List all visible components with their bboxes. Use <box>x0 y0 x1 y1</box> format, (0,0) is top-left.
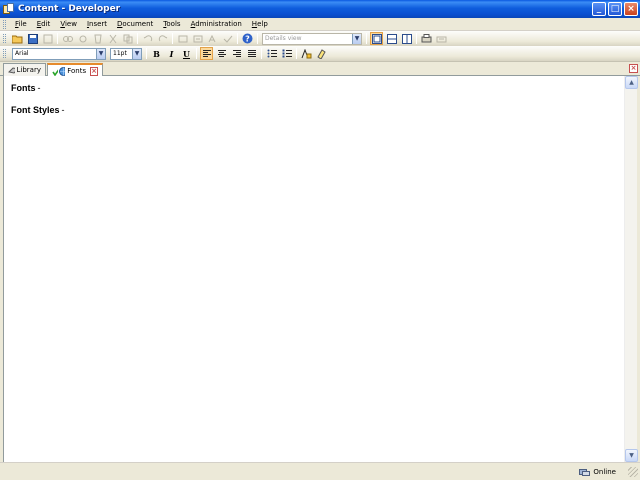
menu-tools[interactable]: Tools <box>158 20 185 28</box>
toolbar-separator <box>257 33 258 44</box>
menu-insert[interactable]: Insert <box>82 20 112 28</box>
redo-icon[interactable] <box>156 32 169 45</box>
toolbar-separator <box>261 48 262 59</box>
layout-vertical-split-icon[interactable] <box>400 32 413 45</box>
copy-icon[interactable] <box>121 32 134 45</box>
title-bar[interactable]: Content - Developer _ □ × <box>0 0 640 18</box>
font-styles-heading: Font Styles - <box>11 105 65 115</box>
help-icon[interactable]: ? <box>241 32 254 45</box>
chevron-down-icon[interactable]: ▼ <box>96 48 105 59</box>
toolbar-separator <box>57 33 58 44</box>
spellcheck-icon[interactable] <box>206 32 219 45</box>
menu-bar: File Edit View Insert Document Tools Adm… <box>0 18 640 31</box>
view-mode-select[interactable]: Details view ▼ <box>262 32 362 45</box>
align-left-icon[interactable] <box>200 47 213 60</box>
menu-grip-handle[interactable] <box>3 19 6 29</box>
scroll-down-icon[interactable]: ▼ <box>625 449 638 462</box>
properties-icon[interactable] <box>41 32 54 45</box>
layout-horizontal-split-icon[interactable] <box>385 32 398 45</box>
menu-file[interactable]: File <box>10 20 32 28</box>
vertical-scrollbar[interactable]: ▲ ▼ <box>624 76 638 462</box>
save-icon[interactable] <box>26 32 39 45</box>
chevron-down-icon[interactable]: ▼ <box>352 33 361 44</box>
bulleted-list-icon[interactable] <box>265 47 278 60</box>
toolbar-grip-handle[interactable] <box>3 49 6 58</box>
approve-icon[interactable] <box>221 32 234 45</box>
check-in-icon[interactable] <box>176 32 189 45</box>
close-panel-icon[interactable]: × <box>629 64 638 73</box>
link-icon[interactable] <box>61 32 74 45</box>
numbered-list-icon[interactable] <box>280 47 293 60</box>
open-folder-icon[interactable] <box>11 32 24 45</box>
highlight-icon[interactable] <box>315 47 328 60</box>
toolbar-separator <box>196 48 197 59</box>
menu-edit[interactable]: Edit <box>32 20 56 28</box>
tab-library[interactable]: Library <box>3 63 46 76</box>
window-title: Content - Developer <box>18 4 121 14</box>
tab-fonts[interactable]: Fonts × <box>47 63 103 77</box>
cut-icon[interactable] <box>106 32 119 45</box>
justify-icon[interactable] <box>245 47 258 60</box>
menu-view[interactable]: View <box>55 20 82 28</box>
close-button[interactable]: × <box>624 2 638 16</box>
standard-toolbar: ? Details view ▼ <box>0 31 640 47</box>
toolbar-separator <box>237 33 238 44</box>
delete-icon[interactable] <box>91 32 104 45</box>
chevron-down-icon[interactable]: ▼ <box>132 48 141 59</box>
fonts-heading: Fonts - <box>11 83 41 93</box>
unlink-icon[interactable] <box>76 32 89 45</box>
formatting-toolbar: Arial ▼ 11pt ▼ B I U <box>0 46 640 62</box>
close-tab-icon[interactable]: × <box>90 66 98 76</box>
menu-help[interactable]: Help <box>247 20 273 28</box>
undo-icon[interactable] <box>141 32 154 45</box>
svg-text:?: ? <box>245 35 250 44</box>
document-tabs: Library Fonts × <box>0 62 640 77</box>
align-center-icon[interactable] <box>215 47 228 60</box>
bold-button[interactable]: B <box>150 47 163 60</box>
minimize-button[interactable]: _ <box>592 2 606 16</box>
toolbar-separator <box>366 33 367 44</box>
text-color-icon[interactable] <box>300 47 313 60</box>
toolbar-separator <box>146 48 147 59</box>
document-editor[interactable]: Fonts - Font Styles - <box>3 76 624 462</box>
font-name-select[interactable]: Arial ▼ <box>12 47 106 60</box>
toolbar-separator <box>137 33 138 44</box>
resize-grip-handle[interactable] <box>628 466 638 477</box>
menu-document[interactable]: Document <box>112 20 158 28</box>
network-icon <box>579 468 591 476</box>
font-size-select[interactable]: 11pt ▼ <box>110 47 142 60</box>
app-icon <box>3 3 15 15</box>
underline-button[interactable]: U <box>180 47 193 60</box>
toolbar-separator <box>172 33 173 44</box>
scroll-up-icon[interactable]: ▲ <box>625 76 638 89</box>
library-icon <box>8 67 15 74</box>
export-icon[interactable] <box>435 32 448 45</box>
toolbar-separator <box>416 33 417 44</box>
toolbar-grip-handle[interactable] <box>3 34 6 43</box>
menu-administration[interactable]: Administration <box>186 20 247 28</box>
layout-single-pane-icon[interactable] <box>370 32 383 45</box>
globe-icon <box>59 66 66 76</box>
checkmark-icon <box>52 68 59 76</box>
print-preview-icon[interactable] <box>420 32 433 45</box>
italic-button[interactable]: I <box>165 47 178 60</box>
toolbar-separator <box>296 48 297 59</box>
maximize-button[interactable]: □ <box>608 2 622 16</box>
align-right-icon[interactable] <box>230 47 243 60</box>
connection-status: Online <box>579 468 616 476</box>
check-out-icon[interactable] <box>191 32 204 45</box>
status-bar: Online <box>0 462 640 480</box>
